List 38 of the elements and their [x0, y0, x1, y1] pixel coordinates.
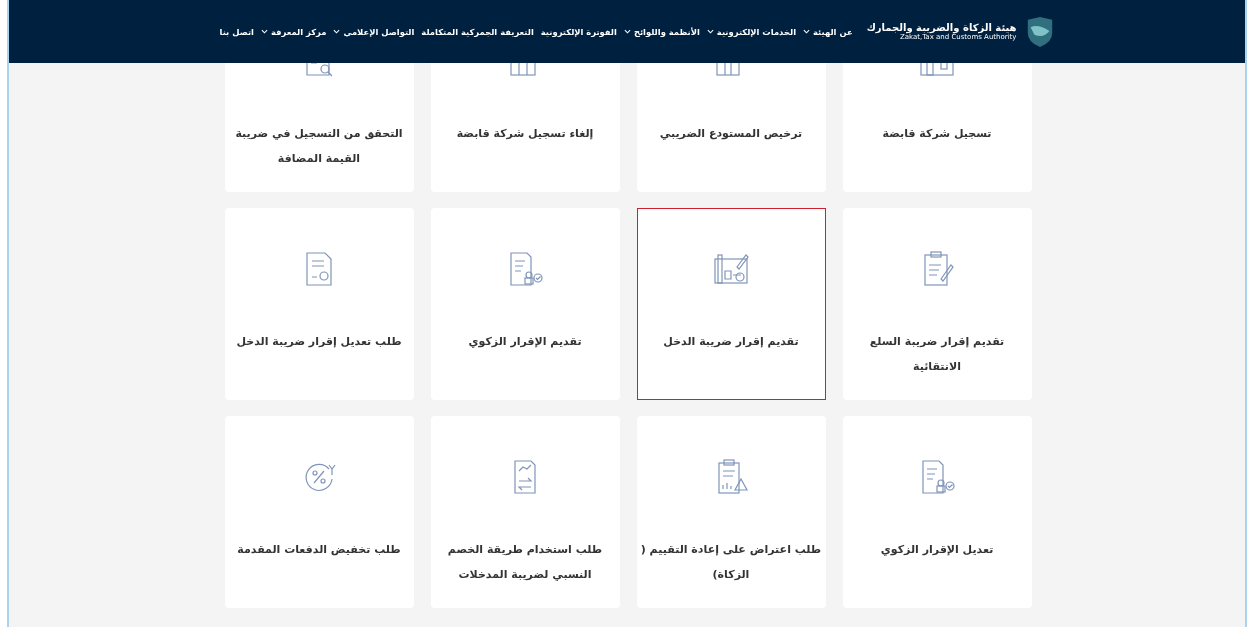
service-title: إلغاء تسجيل شركة قابضة [455, 126, 595, 142]
service-title: التحقق من التسجيل في ضريبة القيمة المضافة [234, 126, 404, 167]
nav-link[interactable]: التواصل الإعلامي [333, 26, 415, 37]
service-card[interactable]: تقديم إقرار ضريبة الدخل [636, 208, 826, 400]
service-title: تقديم إقرار ضريبة السلع الانتقائية [868, 334, 1006, 375]
nav-link[interactable]: الخدمات الإلكترونية [706, 26, 796, 37]
service-title: تسجيل شركة قابضة [881, 126, 993, 142]
nav-link[interactable]: الفوترة الإلكترونية [540, 26, 617, 37]
nav-link[interactable]: اتصل بنا [219, 26, 254, 37]
service-card[interactable]: طلب تعديل إقرار ضريبة الدخل [224, 208, 414, 400]
service-title: ترخيص المستودع الضريبي [658, 126, 804, 142]
caret-icon [260, 29, 268, 34]
service-card[interactable]: تقديم الإقرار الزكوي [430, 208, 620, 400]
service-card[interactable]: إلغاء تسجيل شركة قابضة [430, 63, 620, 192]
caret-icon [333, 29, 341, 34]
service-card[interactable]: التحقق من التسجيل في ضريبة القيمة المضافة [224, 63, 414, 192]
service-title: طلب اعتراض على إعادة التقييم ( الزكاة) [639, 542, 823, 583]
service-title: تقديم إقرار ضريبة الدخل [662, 334, 800, 350]
service-card[interactable]: طلب تخفيض الدفعات المقدمة [224, 416, 414, 608]
nav-link[interactable]: التعريفة الجمركية المتكاملة [421, 26, 534, 37]
caret-icon [706, 29, 714, 34]
nav-link[interactable]: الأنظمة واللوائح [623, 26, 700, 37]
service-card[interactable]: طلب اعتراض على إعادة التقييم ( الزكاة) [636, 416, 826, 608]
caret-icon [623, 29, 631, 34]
caret-icon [803, 29, 810, 34]
service-title: طلب تعديل إقرار ضريبة الدخل [235, 334, 403, 350]
service-card[interactable]: تسجيل شركة قابضة [842, 63, 1032, 192]
organization-name: هيئة الزكاة والضريبة والجمارك [866, 22, 1017, 33]
nav-link[interactable]: عن الهيئة [803, 26, 853, 37]
service-card[interactable]: طلب استخدام طريقة الخصم النسبي لضريبة المدخلات [430, 416, 620, 608]
service-title: تقديم الإقرار الزكوي [467, 334, 583, 350]
nav-link[interactable]: مركز المعرفة [260, 26, 327, 37]
service-card[interactable]: تعديل الإقرار الزكوي [842, 416, 1032, 608]
service-card[interactable]: ترخيص المستودع الضريبي [636, 63, 826, 192]
service-card[interactable]: تقديم إقرار ضريبة السلع الانتقائية [842, 208, 1032, 400]
service-title: تعديل الإقرار الزكوي [879, 542, 995, 558]
service-title: طلب تخفيض الدفعات المقدمة [236, 542, 402, 558]
service-title: طلب استخدام طريقة الخصم النسبي لضريبة المدخلات [446, 542, 604, 583]
